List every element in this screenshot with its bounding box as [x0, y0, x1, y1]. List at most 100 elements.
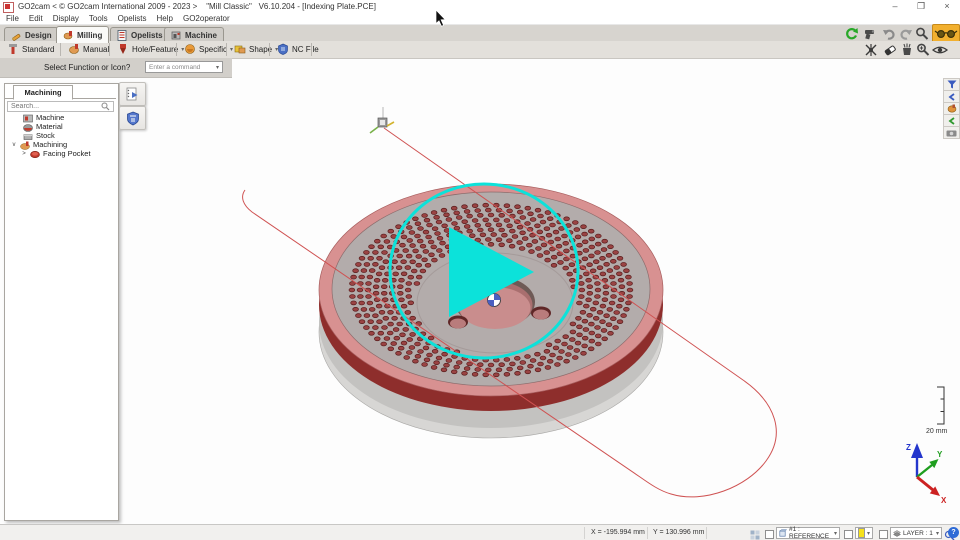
visibility-eye-icon[interactable] — [932, 43, 948, 57]
tree-item-machining[interactable]: v Machining — [11, 140, 67, 149]
reference-checkbox[interactable] — [765, 530, 774, 539]
toolpath — [243, 107, 777, 497]
status-bar: X = -195.994 mm Y = 130.996 mm #1 : REFE… — [0, 524, 960, 540]
stock-icon — [23, 132, 33, 140]
menu-help[interactable]: Help — [157, 14, 173, 23]
machine-icon — [23, 114, 33, 122]
title-bar: GO2cam < © GO2cam International 2009 - 2… — [0, 0, 960, 14]
reference-cube-icon — [779, 529, 787, 537]
tree-item-machine[interactable]: Machine — [23, 113, 64, 122]
layer-dropdown[interactable]: LAYER : 1 ▾ — [890, 527, 942, 539]
menu-file[interactable]: File — [6, 14, 19, 23]
search-input[interactable] — [11, 103, 96, 110]
tree-item-facing-pocket[interactable]: > Facing Pocket — [21, 149, 91, 158]
x-coordinate-readout: X = -195.994 mm — [591, 529, 645, 536]
tab-opelists[interactable]: Opelists — [110, 27, 170, 42]
machining-panel: Machining Machine Material Stock v Machi… — [4, 83, 119, 521]
toolbar-standard-button[interactable]: Standard — [2, 42, 59, 56]
toolbar-nc-file-button[interactable]: NC File — [272, 42, 324, 56]
facing-pocket-icon — [30, 150, 40, 158]
nc-shield-button[interactable] — [119, 106, 146, 130]
list-icon — [117, 30, 128, 41]
origin-marker — [488, 294, 501, 307]
z-axis-arrow — [911, 443, 923, 458]
expand-expander-icon[interactable]: > — [21, 151, 27, 157]
chevron-left-icon — [948, 93, 956, 101]
tab-milling[interactable]: Milling — [56, 26, 109, 43]
manual-hand-icon — [68, 43, 80, 55]
video-play-overlay[interactable] — [390, 184, 578, 358]
go2cam-window: GO2cam < © GO2cam International 2009 - 2… — [0, 0, 960, 540]
color-checkbox[interactable] — [844, 530, 853, 539]
glasses-icon — [934, 26, 958, 41]
tab-machine[interactable]: Machine — [164, 27, 224, 42]
zoom-search-icon[interactable] — [915, 27, 929, 41]
scale-indicator: 20 mm — [926, 387, 948, 435]
index-hole — [448, 316, 468, 329]
axis-triad: Z Y X — [906, 443, 947, 505]
machining-icon — [20, 141, 30, 149]
command-combobox[interactable]: Enter a command ▾ — [145, 61, 223, 73]
menu-tools[interactable]: Tools — [89, 14, 108, 23]
close-button[interactable]: × — [936, 0, 958, 12]
play-icon[interactable] — [449, 227, 534, 317]
document-play-icon — [125, 87, 141, 101]
x-axis-arrow — [930, 486, 940, 496]
shape-icon — [234, 43, 246, 55]
chevron-left-green-icon — [948, 117, 956, 125]
menu-bar: File Edit Display Tools Opelists Help GO… — [0, 13, 960, 25]
hole-feature-icon — [117, 43, 129, 55]
minimize-button[interactable]: – — [884, 0, 906, 12]
standard-tool-icon — [7, 43, 19, 55]
y-coordinate-readout: Y = 130.996 mm — [653, 529, 704, 536]
undo-icon[interactable] — [882, 27, 896, 41]
menu-opelists[interactable]: Opelists — [118, 14, 147, 23]
measure-tool-icon[interactable] — [863, 27, 877, 41]
color-swatch-dropdown[interactable]: ▾ — [855, 527, 873, 539]
search-icon — [101, 102, 110, 111]
milling-hand-icon — [63, 30, 74, 41]
redo-icon[interactable] — [899, 27, 913, 41]
menu-edit[interactable]: Edit — [29, 14, 43, 23]
tree-item-material[interactable]: Material — [23, 122, 63, 131]
reference-dropdown[interactable]: #1 : REFERENCE ▾ — [776, 527, 840, 539]
machining-panel-tab[interactable]: Machining — [13, 85, 73, 100]
restore-button[interactable]: ❐ — [910, 0, 932, 12]
current-color-swatch — [858, 528, 865, 538]
y-axis-arrow — [929, 459, 938, 468]
operation-list-button[interactable] — [119, 82, 146, 106]
pencil-icon — [11, 30, 22, 41]
tab-design[interactable]: Design — [4, 27, 59, 42]
camera-button[interactable] — [943, 126, 960, 139]
specific-icon — [184, 43, 196, 55]
ribbon-tab-strip: Design Milling Opelists Machine — [0, 25, 960, 42]
milling-toolbar: Standard Manual Hole/Feature ▾ Specific … — [0, 41, 960, 59]
layer-checkbox[interactable] — [879, 530, 888, 539]
command-band: Select Function or Icon? Enter a command… — [0, 58, 232, 78]
chevron-down-icon: ▾ — [936, 530, 939, 537]
toolbar-hole-feature-button[interactable]: Hole/Feature ▾ — [112, 42, 189, 56]
chevron-down-icon: ▾ — [834, 530, 837, 537]
material-icon — [23, 123, 33, 131]
nc-file-shield-icon — [277, 43, 289, 55]
center-bore — [455, 276, 535, 328]
app-logo-icon — [3, 2, 14, 13]
tree-search-field[interactable] — [7, 101, 114, 112]
toolpath-start-marker — [370, 118, 394, 133]
hole-pattern — [349, 203, 633, 376]
regenerate-icon[interactable] — [844, 27, 859, 41]
help-button[interactable]: ? — [948, 527, 959, 538]
menu-go2operator[interactable]: GO2operator — [183, 14, 230, 23]
y-axis-label: Y — [937, 450, 943, 459]
zoom-window-icon[interactable] — [916, 43, 930, 57]
cleanup-brush-icon[interactable] — [900, 43, 914, 57]
eraser-icon[interactable] — [883, 43, 897, 57]
collapse-expander-icon[interactable]: v — [11, 142, 17, 148]
toolbar-manual-button[interactable]: Manual — [63, 42, 114, 56]
menu-display[interactable]: Display — [53, 14, 79, 23]
tree-item-stock[interactable]: Stock — [23, 131, 55, 140]
scale-label: 20 mm — [926, 428, 948, 435]
viewport-3d[interactable]: 20 mm Z Y X — [0, 0, 960, 540]
machining-tools-icon[interactable] — [864, 43, 878, 57]
grid-snap-icon[interactable] — [750, 528, 761, 540]
